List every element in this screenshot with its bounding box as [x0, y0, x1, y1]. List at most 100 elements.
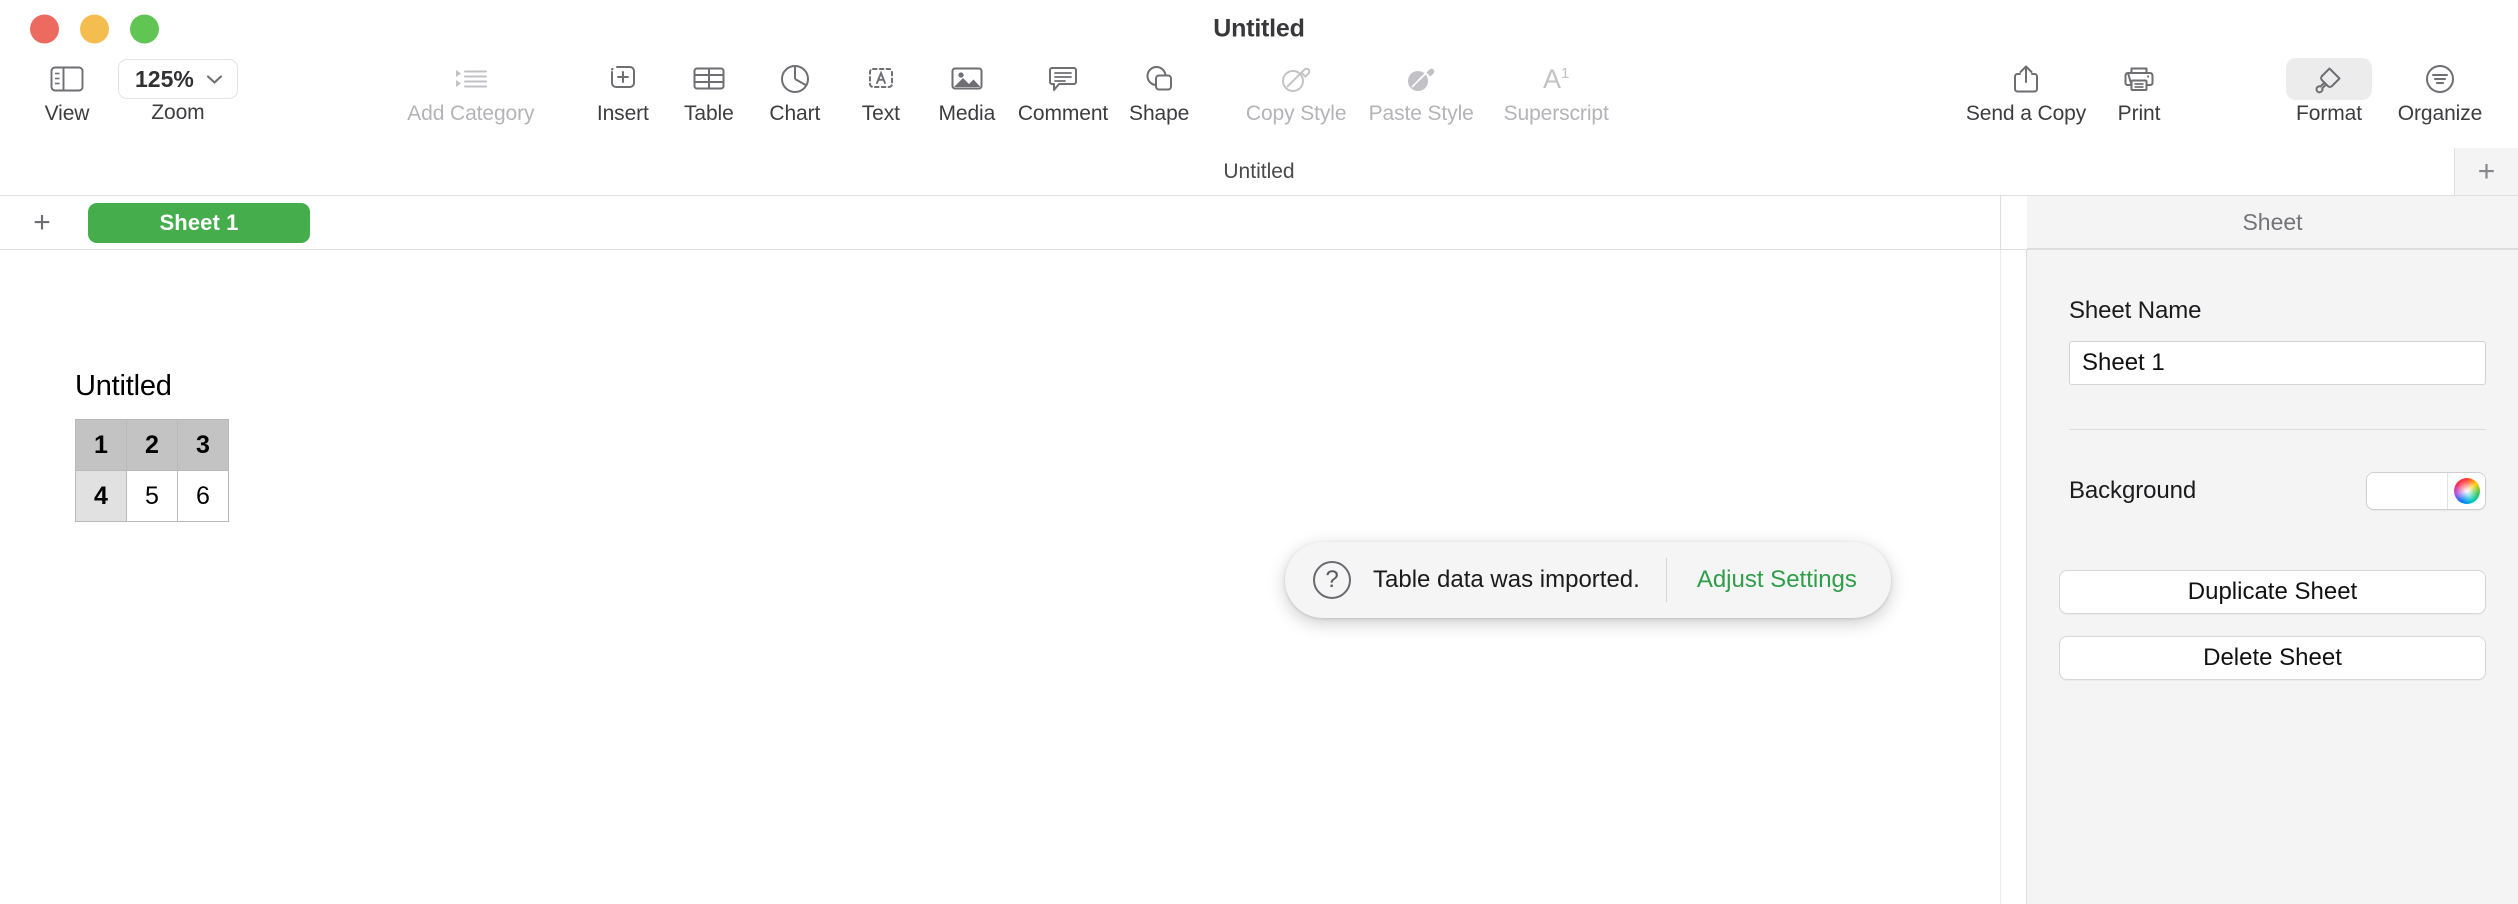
chart-button[interactable]: Chart [752, 58, 838, 126]
duplicate-sheet-button[interactable]: Duplicate Sheet [2059, 570, 2486, 614]
chevron-down-icon [206, 71, 223, 88]
sheet-tab-sheet-1[interactable]: Sheet 1 [88, 202, 310, 243]
photo-image-icon [951, 58, 983, 100]
title-bar: Untitled [0, 0, 2518, 58]
notification-message: Table data was imported. [1373, 566, 1640, 593]
comment-bubble-icon [1048, 58, 1078, 100]
superscript-button[interactable]: A1 Superscript [1486, 58, 1626, 126]
eyedropper-outline-icon [1281, 58, 1311, 100]
delete-sheet-button[interactable]: Delete Sheet [2059, 636, 2486, 680]
table-title[interactable]: Untitled [75, 370, 229, 403]
paintbrush-icon [2286, 58, 2372, 100]
add-category-label: Add Category [407, 102, 535, 125]
background-color-control[interactable] [2366, 472, 2486, 510]
color-wheel-icon [2453, 478, 2480, 504]
comment-label: Comment [1017, 102, 1109, 125]
eyedropper-filled-icon [1406, 58, 1436, 100]
insert-label: Insert [596, 102, 649, 125]
toolbar: View 125% Zoom Add Category Insert Table… [0, 58, 2518, 148]
text-button[interactable]: Text [838, 58, 924, 126]
duplicate-sheet-label: Duplicate Sheet [2187, 578, 2358, 605]
shape-label: Shape [1129, 102, 1190, 125]
adjust-settings-button[interactable]: Adjust Settings [1667, 542, 1887, 618]
table-cell[interactable]: 4 [75, 470, 127, 522]
bulleted-list-icon [455, 58, 487, 100]
zoom-control[interactable]: 125% Zoom [110, 58, 246, 125]
format-sidebar: Sheet Sheet Name Background [2026, 196, 2518, 904]
copy-style-button[interactable]: Copy Style [1236, 58, 1356, 126]
table-header-row: 1 2 3 [75, 419, 229, 471]
table-button[interactable]: Table [666, 58, 752, 126]
table-row: 4 5 6 [75, 470, 229, 522]
table-grid-icon [693, 58, 725, 100]
comment-button[interactable]: Comment [1010, 58, 1116, 126]
plus-icon: + [33, 205, 51, 239]
paste-style-label: Paste Style [1368, 102, 1474, 125]
sheet-name-input[interactable] [2069, 341, 2486, 385]
notification-message-group: ? Table data was imported. [1289, 542, 1666, 618]
format-button[interactable]: Format [2278, 58, 2380, 126]
document-name-bar: Untitled + [0, 148, 2518, 196]
numbers-window: Untitled View 125% Zoom Add Category Ins… [0, 0, 2518, 904]
main-body: Untitled 1 2 3 4 5 6 ? Table data was im… [0, 196, 2518, 904]
plus-icon: + [2477, 154, 2496, 188]
canvas-vertical-scrollbar[interactable] [2000, 250, 2026, 904]
insert-plus-box-icon [608, 58, 638, 100]
text-box-a-icon [865, 58, 897, 100]
media-button[interactable]: Media [924, 58, 1010, 126]
table-cell[interactable]: 2 [126, 419, 178, 471]
organize-label: Organize [2397, 102, 2483, 125]
add-sheet-button[interactable]: + [20, 201, 64, 245]
shape-button[interactable]: Shape [1116, 58, 1202, 126]
print-button[interactable]: Print [2096, 58, 2182, 126]
print-label: Print [2117, 102, 2161, 125]
background-label: Background [2069, 477, 2197, 504]
view-button[interactable]: View [24, 58, 110, 126]
zoom-value: 125% [135, 65, 194, 92]
question-mark-circle-icon[interactable]: ? [1313, 561, 1351, 599]
sidebar-header: Sheet [2027, 196, 2518, 249]
superscript-label: Superscript [1503, 102, 1609, 125]
sidebar-content: Sheet Name Background [2027, 249, 2518, 510]
sidebar-view-icon [50, 58, 84, 100]
sidebar-actions: Duplicate Sheet Delete Sheet [2027, 510, 2518, 702]
superscript-a-icon: A1 [1542, 63, 1570, 94]
sheet-table-wrapper: Untitled 1 2 3 4 5 6 [75, 370, 229, 522]
spreadsheet-canvas[interactable]: Untitled 1 2 3 4 5 6 ? Table data was im… [0, 250, 2026, 904]
adjust-settings-label: Adjust Settings [1696, 566, 1857, 593]
printer-icon [2124, 58, 2154, 100]
text-label: Text [861, 102, 900, 125]
delete-sheet-label: Delete Sheet [2203, 644, 2342, 671]
table-cell[interactable]: 3 [177, 419, 229, 471]
add-category-button[interactable]: Add Category [396, 58, 546, 126]
table-label: Table [683, 102, 734, 125]
send-a-copy-button[interactable]: Send a Copy [1956, 58, 2096, 126]
table-cell[interactable]: 5 [126, 470, 178, 522]
table-cell[interactable]: 1 [75, 419, 127, 471]
background-row: Background [2069, 472, 2486, 510]
media-label: Media [938, 102, 996, 125]
organize-button[interactable]: Organize [2380, 58, 2500, 126]
color-wheel-button[interactable] [2447, 473, 2485, 509]
format-label: Format [2296, 102, 2362, 125]
paste-style-button[interactable]: Paste Style [1356, 58, 1486, 126]
sheet-table[interactable]: 1 2 3 4 5 6 [75, 419, 229, 522]
sidebar-header-label: Sheet [2242, 208, 2303, 235]
window-title: Untitled [1213, 14, 1305, 43]
document-name[interactable]: Untitled [1223, 160, 1294, 184]
table-cell[interactable]: 6 [177, 470, 229, 522]
pie-chart-icon [780, 58, 810, 100]
insert-button[interactable]: Insert [580, 58, 666, 126]
sheet-name-label: Sheet Name [2069, 297, 2202, 324]
organize-circle-icon [2425, 58, 2455, 100]
import-notification: ? Table data was imported. Adjust Settin… [1285, 542, 1891, 618]
share-icon [2012, 58, 2040, 100]
background-color-swatch[interactable] [2367, 473, 2447, 509]
sidebar-divider [2069, 429, 2486, 430]
zoom-dropdown[interactable]: 125% [118, 59, 238, 99]
sheet-tab-label: Sheet 1 [159, 209, 239, 235]
shapes-icon [1144, 58, 1174, 100]
copy-style-label: Copy Style [1245, 102, 1347, 125]
view-zoom-group: View 125% Zoom [18, 58, 246, 126]
add-panel-button[interactable]: + [2454, 148, 2518, 195]
